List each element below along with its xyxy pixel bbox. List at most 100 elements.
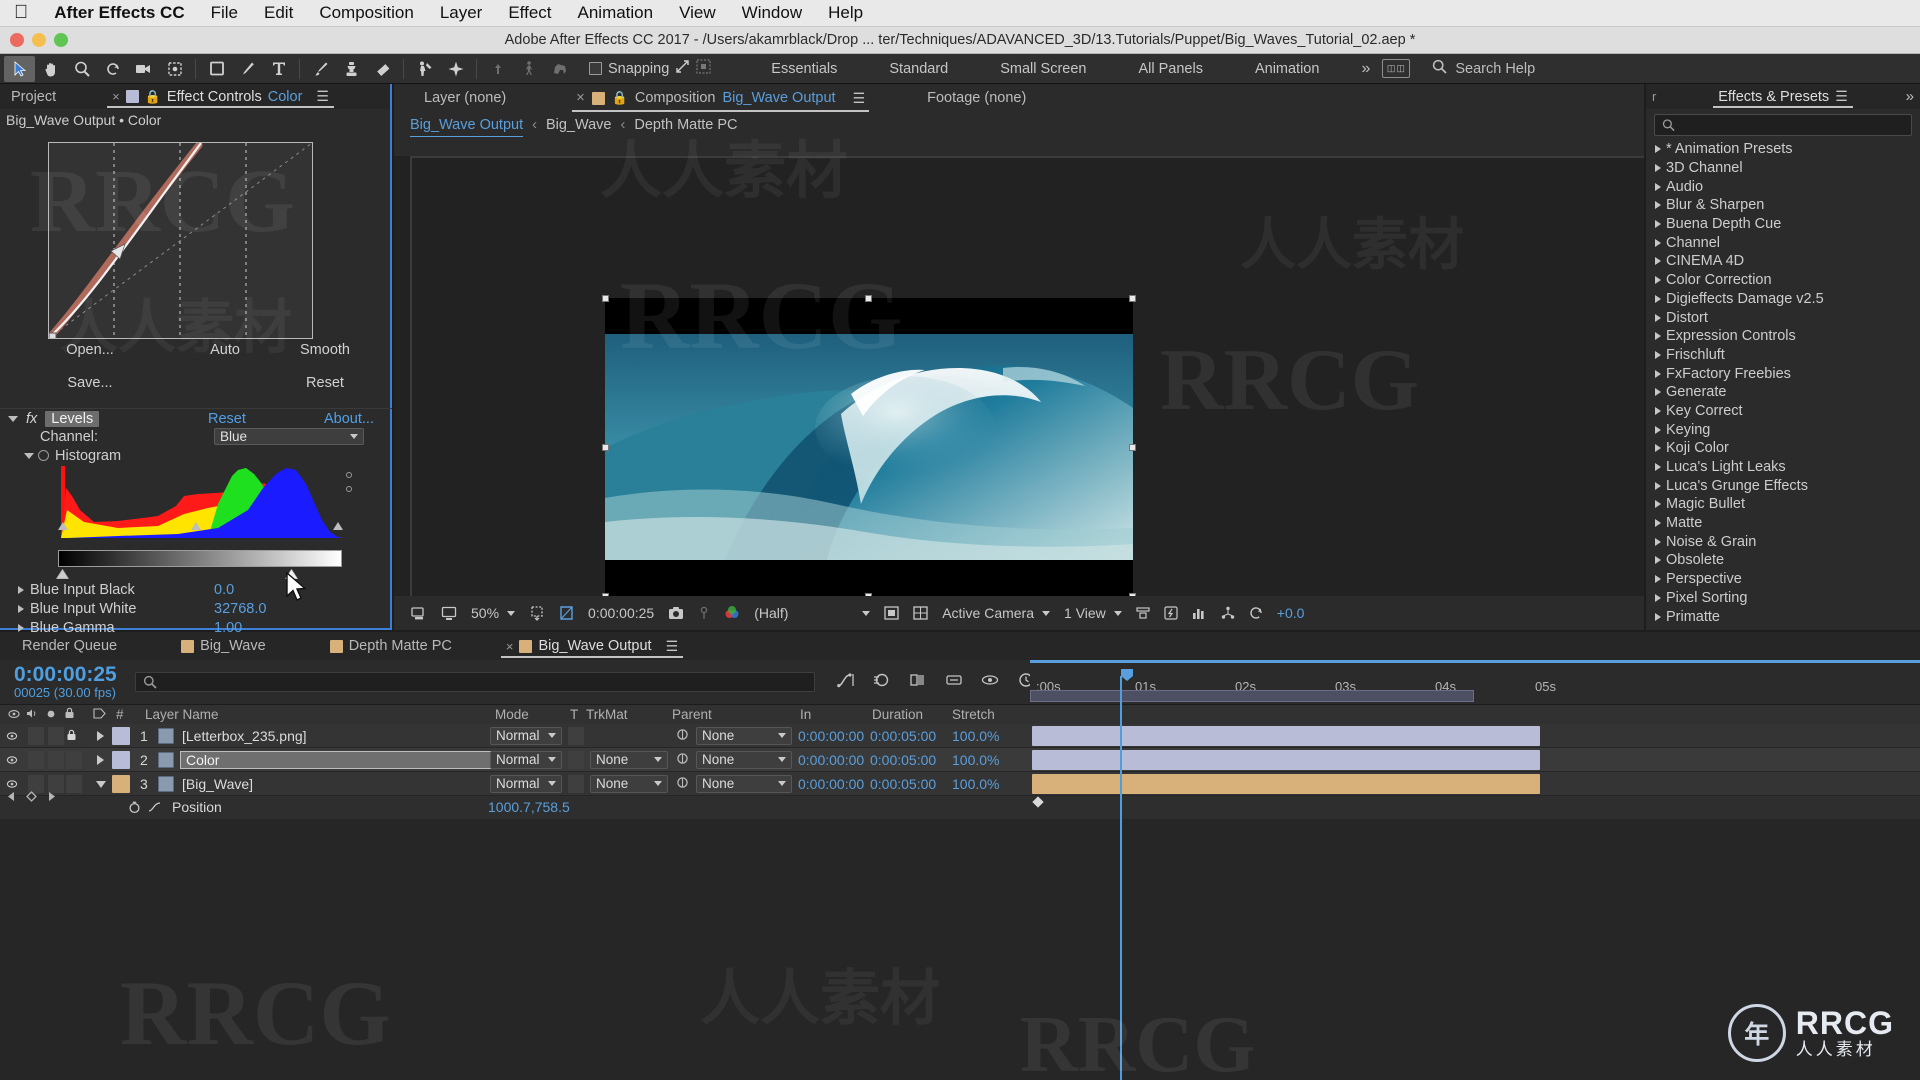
layer-in-point[interactable]: 0:00:00:00 [798,776,864,792]
property-name[interactable]: Position [172,799,222,815]
param-row-blue-input-black[interactable]: Blue Input Black 0.0 [0,580,392,599]
layer-color-swatch[interactable] [112,774,130,793]
breadcrumb-item-1[interactable]: Big_Wave [546,117,612,133]
snapping-checkbox[interactable] [589,62,602,75]
effects-category-row[interactable]: Key Correct [1646,402,1920,421]
disclosure-triangle-icon[interactable] [1655,463,1661,472]
exposure-value[interactable]: +0.0 [1270,605,1312,621]
viewer-current-time[interactable]: 0:00:00:25 [581,605,661,621]
effects-category-row[interactable]: Koji Color [1646,439,1920,458]
disclosure-triangle-icon[interactable] [1655,556,1661,565]
effects-category-row[interactable]: Noise & Grain [1646,532,1920,551]
label-tag-icon[interactable] [93,707,106,722]
layer-name-field[interactable]: Color [180,750,510,769]
eye-icon[interactable] [8,707,20,722]
effects-category-row[interactable]: CINEMA 4D [1646,252,1920,271]
layer-preserve-transparency-toggle[interactable] [568,774,584,793]
disclosure-triangle-icon[interactable] [1655,238,1661,247]
effects-category-row[interactable]: Magic Bullet [1646,495,1920,514]
layer-expand-triangle-icon[interactable] [96,752,105,768]
column-index[interactable]: # [116,707,124,722]
menu-composition[interactable]: Composition [319,3,414,23]
disclosure-triangle-icon[interactable] [1655,612,1661,621]
param-value[interactable]: 32768.0 [214,601,266,617]
timeline-playhead[interactable] [1120,676,1122,1080]
selection-handle-tr[interactable] [1129,295,1136,302]
effects-category-row[interactable]: Keying [1646,420,1920,439]
layer-lock-toggle[interactable] [66,774,82,793]
renderer-icon[interactable] [1214,606,1242,620]
layer-audio-toggle[interactable] [28,726,44,745]
disclosure-triangle-icon[interactable] [1655,575,1661,584]
effects-categories-list[interactable]: * Animation Presets 3D Channel Audio Blur &… [1646,140,1920,626]
roto-brush-tool-icon[interactable] [409,56,440,82]
selection-handle-mr[interactable] [1129,444,1136,451]
column-trkmat[interactable]: TrkMat [586,707,628,722]
close-icon[interactable]: × [112,89,120,104]
layer-color-swatch[interactable] [112,726,130,745]
timeline-current-time[interactable]: 0:00:00:25 [14,664,117,685]
graph-editor-icon[interactable] [836,672,856,692]
horse-figure-icon[interactable] [544,56,575,82]
rectangle-tool-icon[interactable] [201,56,232,82]
views-dropdown[interactable]: 1 View [1057,605,1129,621]
layer-solo-toggle[interactable] [48,750,64,769]
tab-depth-matte-pc[interactable]: Depth Matte PC [319,634,463,659]
disclosure-triangle-icon[interactable] [1655,182,1661,191]
layer-parent-dropdown[interactable]: None [696,726,792,745]
disclosure-triangle-icon[interactable] [8,415,18,422]
column-layer-name[interactable]: Layer Name [145,707,219,722]
stopwatch-icon[interactable] [38,450,49,461]
effects-category-row[interactable]: Audio [1646,177,1920,196]
snap-grid-icon[interactable] [696,59,711,78]
disclosure-triangle-icon[interactable] [1655,257,1661,266]
panel-overflow-left-icon[interactable]: r [1652,89,1656,104]
effects-search-input[interactable] [1654,114,1912,136]
breadcrumb-item-0[interactable]: Big_Wave Output [410,117,524,137]
disclosure-triangle-icon[interactable] [1655,276,1661,285]
puppet-pin-tool-icon[interactable] [440,56,471,82]
layer-duration[interactable]: 0:00:05:00 [870,752,936,768]
region-of-interest-icon[interactable] [522,605,552,621]
parent-pickwhip-icon[interactable] [676,776,689,792]
menu-help[interactable]: Help [828,3,863,23]
effects-category-row[interactable]: Luca's Light Leaks [1646,458,1920,477]
pen-tool-icon[interactable] [232,56,263,82]
column-mode[interactable]: Mode [495,707,529,722]
disclosure-triangle-icon[interactable] [1655,444,1661,453]
tab-render-queue[interactable]: Render Queue [0,634,128,659]
levels-histogram-row[interactable]: Histogram [0,446,392,465]
column-t[interactable]: T [570,707,578,722]
effects-category-row[interactable]: 3D Channel [1646,159,1920,178]
effects-category-row[interactable]: Blur & Sharpen [1646,196,1920,215]
layer-name[interactable]: [Letterbox_235.png] [182,728,307,744]
disclosure-triangle-icon[interactable] [18,604,24,613]
exposure-reset-icon[interactable] [1242,606,1270,620]
effects-category-row[interactable]: Distort [1646,308,1920,327]
levels-about-link[interactable]: About... [324,411,374,427]
effects-category-row[interactable]: Luca's Grunge Effects [1646,476,1920,495]
levels-effect-header[interactable]: fx Levels Reset About... [0,408,392,428]
disclosure-triangle-icon[interactable] [1655,313,1661,322]
panel-menu-icon[interactable]: ☰ [1835,88,1848,105]
audio-icon[interactable] [26,707,39,722]
effects-category-row[interactable]: Frischluft [1646,346,1920,365]
composition-frame[interactable] [605,298,1133,596]
lock-icon[interactable] [64,707,75,722]
column-duration[interactable]: Duration [872,707,923,722]
hand-tool-icon[interactable] [35,56,66,82]
disclosure-triangle-icon[interactable] [1655,481,1661,490]
curves-graph[interactable] [48,142,313,339]
timeline-graph-icon[interactable] [1185,606,1214,620]
menu-window[interactable]: Window [742,3,802,23]
effects-category-row[interactable]: * Animation Presets [1646,140,1920,159]
maximize-window-button[interactable] [54,33,68,47]
track-bar-layer-3[interactable] [1032,774,1540,794]
workspace-standard[interactable]: Standard [863,54,974,84]
menu-app-name[interactable]: After Effects CC [54,3,184,23]
layer-audio-toggle[interactable] [28,750,44,769]
levels-output-ramp[interactable] [58,550,342,567]
work-area-bar[interactable] [1030,660,1920,663]
effects-search-field[interactable] [1679,117,1904,133]
layer-mode-dropdown[interactable]: Normal [490,750,562,769]
